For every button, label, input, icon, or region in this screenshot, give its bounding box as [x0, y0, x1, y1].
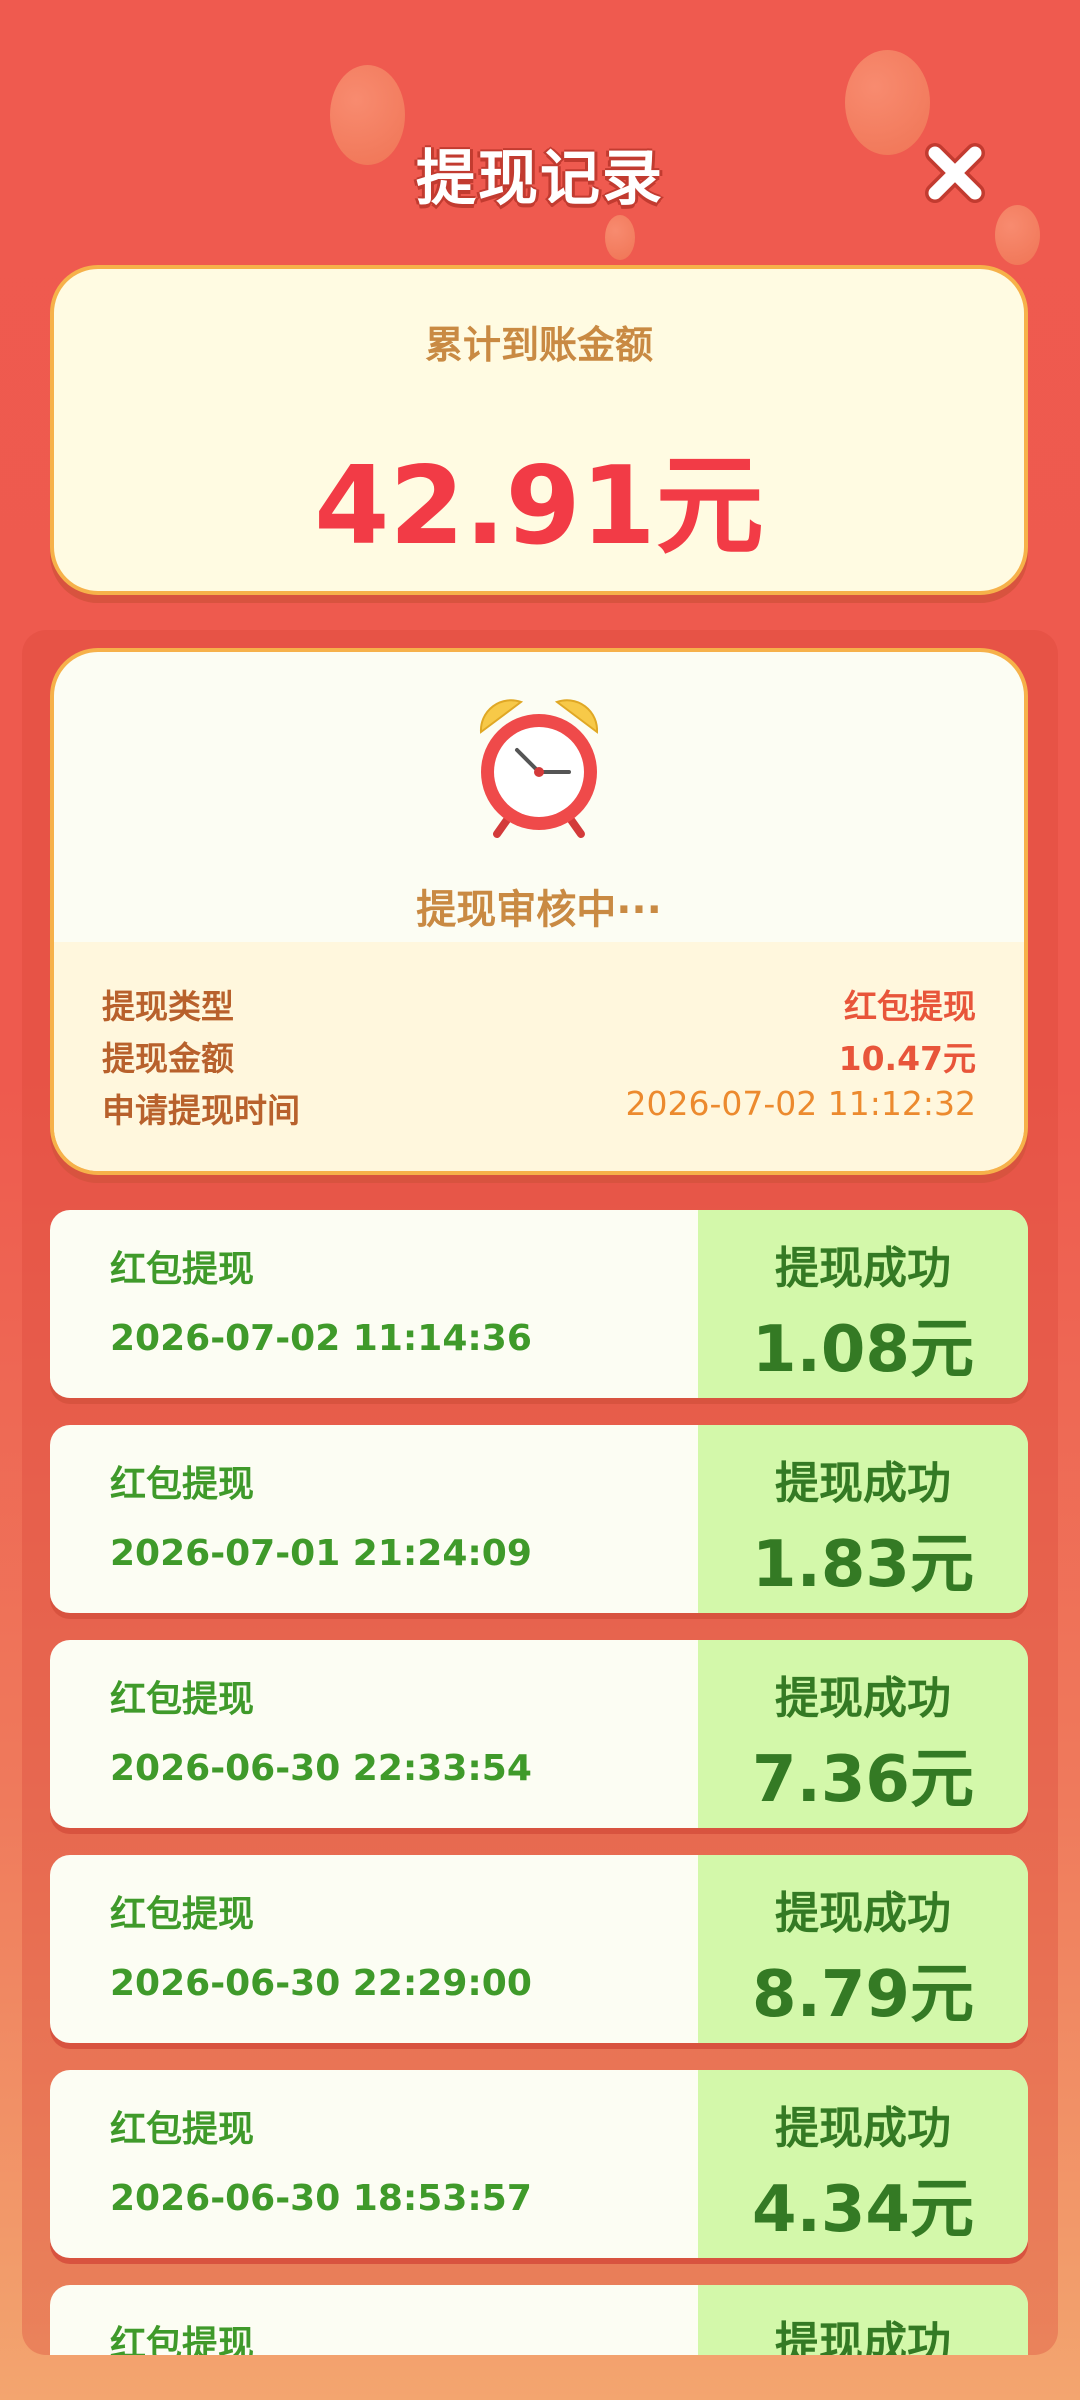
record-status-panel: 提现成功 — [698, 2285, 1028, 2355]
record-type: 红包提现 — [110, 1894, 255, 1935]
close-icon[interactable] — [920, 138, 990, 208]
record-amount: 1.08元 — [752, 1313, 974, 1387]
list-item[interactable]: 红包提现 2026-07-02 11:14:36 提现成功 1.08元 — [50, 1210, 1028, 1398]
page-title: 提现记录 — [416, 144, 664, 214]
detail-label: 申请提现时间 — [102, 1091, 300, 1130]
record-status: 提现成功 — [775, 1888, 951, 1939]
record-status-panel: 提现成功 4.34元 — [698, 2070, 1028, 2258]
record-time: 2026-07-02 11:14:36 — [110, 1318, 532, 1359]
total-amount-value: 42.91元 — [314, 444, 764, 569]
record-type: 红包提现 — [110, 2109, 255, 2150]
detail-label: 提现类型 — [102, 987, 234, 1026]
record-type: 红包提现 — [110, 2324, 255, 2355]
list-item[interactable]: 红包提现 2026-06-30 18:53:57 提现成功 4.34元 — [50, 2070, 1028, 2258]
detail-value: 10.47元 — [838, 1039, 976, 1078]
record-status-panel: 提现成功 7.36元 — [698, 1640, 1028, 1828]
total-amount-card: 累计到账金额 42.91元 — [50, 265, 1028, 595]
list-item[interactable]: 红包提现 提现成功 — [50, 2285, 1028, 2355]
record-status-panel: 提现成功 8.79元 — [698, 1855, 1028, 2043]
detail-row-time: 申请提现时间 2026-07-02 11:12:32 — [102, 1084, 976, 1134]
detail-row-type: 提现类型 红包提现 — [102, 980, 976, 1030]
record-amount: 1.83元 — [752, 1528, 974, 1602]
detail-row-amount: 提现金额 10.47元 — [102, 1032, 976, 1082]
record-time: 2026-06-30 22:29:00 — [110, 1963, 532, 2004]
list-item[interactable]: 红包提现 2026-07-01 21:24:09 提现成功 1.83元 — [50, 1425, 1028, 1613]
list-item[interactable]: 红包提现 2026-06-30 22:33:54 提现成功 7.36元 — [50, 1640, 1028, 1828]
list-item[interactable]: 红包提现 2026-06-30 22:29:00 提现成功 8.79元 — [50, 1855, 1028, 2043]
record-status-panel: 提现成功 1.83元 — [698, 1425, 1028, 1613]
record-time: 2026-06-30 22:33:54 — [110, 1748, 532, 1789]
record-type: 红包提现 — [110, 1249, 255, 1290]
page-header: 提现记录 — [0, 110, 1080, 230]
record-status: 提现成功 — [775, 2103, 951, 2154]
detail-label: 提现金额 — [102, 1039, 234, 1078]
record-time: 2026-06-30 18:53:57 — [110, 2178, 532, 2219]
record-type: 红包提现 — [110, 1679, 255, 1720]
record-amount: 7.36元 — [752, 1743, 974, 1817]
record-status: 提现成功 — [775, 2318, 951, 2355]
record-amount: 4.34元 — [752, 2173, 974, 2247]
pending-withdrawal-card: 提现审核中··· 提现类型 红包提现 提现金额 10.47元 申请提现时间 20… — [50, 648, 1028, 1175]
detail-value: 2026-07-02 11:12:32 — [625, 1084, 976, 1123]
pending-details: 提现类型 红包提现 提现金额 10.47元 申请提现时间 2026-07-02 … — [54, 942, 1024, 1171]
pending-status-text: 提现审核中··· — [416, 887, 662, 933]
total-amount-label: 累计到账金额 — [424, 323, 653, 367]
record-type: 红包提现 — [110, 1464, 255, 1505]
detail-value: 红包提现 — [844, 987, 976, 1026]
record-time: 2026-07-01 21:24:09 — [110, 1533, 532, 1574]
alarm-clock-icon — [469, 692, 609, 842]
record-status: 提现成功 — [775, 1458, 951, 1509]
record-status-panel: 提现成功 1.08元 — [698, 1210, 1028, 1398]
record-status: 提现成功 — [775, 1673, 951, 1724]
record-status: 提现成功 — [775, 1243, 951, 1294]
record-amount: 8.79元 — [752, 1958, 974, 2032]
